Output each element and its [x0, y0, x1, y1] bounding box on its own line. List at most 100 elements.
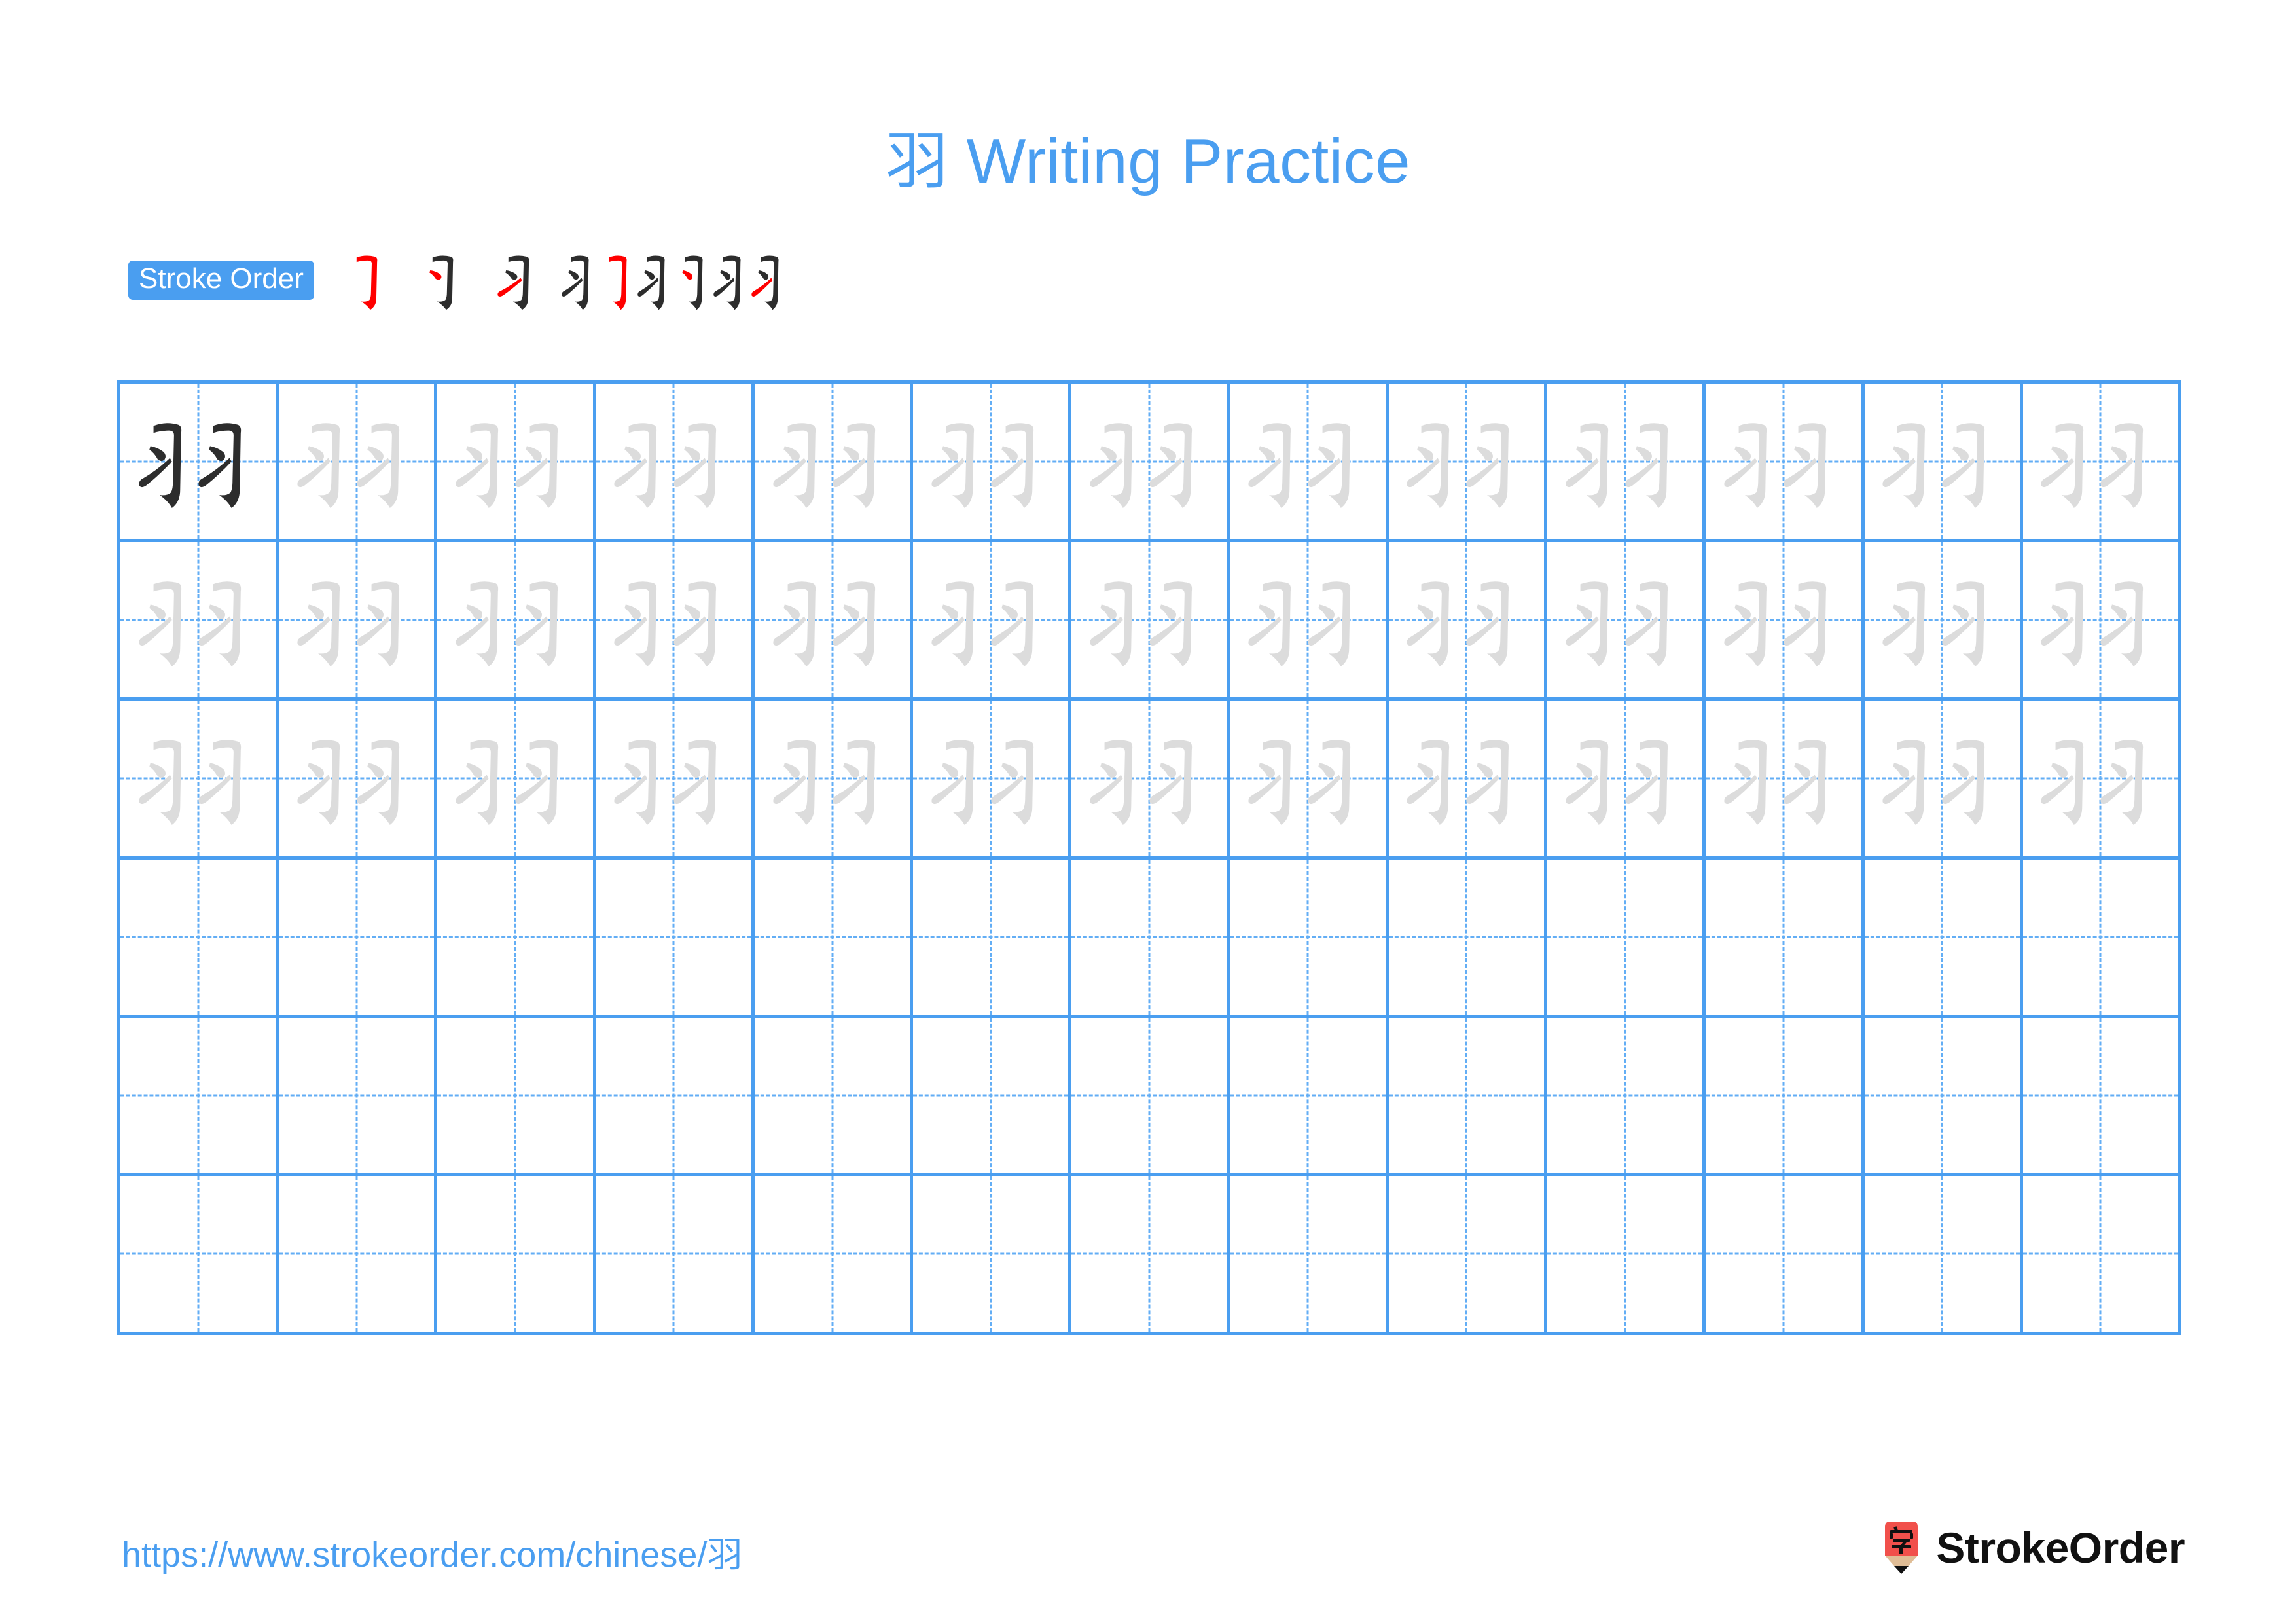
practice-cell-trace[interactable]	[120, 542, 279, 701]
practice-cell-empty[interactable]	[596, 1176, 755, 1336]
practice-cell-trace[interactable]	[1230, 542, 1389, 701]
practice-cell-dark[interactable]	[120, 384, 279, 543]
practice-cell-trace[interactable]	[1388, 384, 1548, 543]
practice-cell-trace[interactable]	[2022, 384, 2182, 543]
practice-cell-empty[interactable]	[120, 859, 279, 1018]
practice-cell-empty[interactable]	[913, 1176, 1072, 1336]
trace-character-glyph	[913, 384, 1068, 539]
practice-cell-trace[interactable]	[596, 542, 755, 701]
stroke-step-1	[334, 242, 410, 318]
practice-cell-trace[interactable]	[1547, 542, 1706, 701]
practice-cell-trace[interactable]	[279, 701, 438, 860]
practice-cell-empty[interactable]	[754, 1017, 914, 1176]
page-title: 羽 Writing Practice	[885, 126, 1411, 196]
practice-cell-trace[interactable]	[437, 542, 596, 701]
practice-cell-empty[interactable]	[1388, 859, 1548, 1018]
practice-cell-empty[interactable]	[437, 1176, 596, 1336]
trace-character-glyph	[1230, 701, 1386, 856]
practice-cell-trace[interactable]	[2022, 542, 2182, 701]
practice-cell-empty[interactable]	[1230, 859, 1389, 1018]
stroke-order-section: Stroke Order	[128, 255, 789, 310]
practice-cell-trace[interactable]	[913, 701, 1072, 860]
practice-cell-trace[interactable]	[596, 701, 755, 860]
practice-cell-empty[interactable]	[1864, 1017, 2023, 1176]
practice-grid-row	[120, 384, 2182, 543]
practice-cell-trace[interactable]	[2022, 701, 2182, 860]
practice-cell-empty[interactable]	[2022, 859, 2182, 1018]
strokeorder-pencil-icon	[1880, 1520, 1923, 1575]
practice-cell-trace[interactable]	[1864, 542, 2023, 701]
practice-cell-trace[interactable]	[437, 384, 596, 543]
practice-cell-trace[interactable]	[1706, 701, 1865, 860]
stroke-3	[637, 278, 659, 297]
practice-cell-trace[interactable]	[1864, 384, 2023, 543]
stroke-2	[429, 270, 442, 280]
practice-cell-empty[interactable]	[1864, 859, 2023, 1018]
practice-cell-empty[interactable]	[913, 859, 1072, 1018]
practice-cell-empty[interactable]	[1388, 1017, 1548, 1176]
practice-cell-trace[interactable]	[1706, 542, 1865, 701]
practice-cell-trace[interactable]	[754, 701, 914, 860]
stroke-6	[751, 278, 773, 297]
practice-cell-trace[interactable]	[913, 384, 1072, 543]
practice-cell-trace[interactable]	[1071, 542, 1230, 701]
practice-cell-empty[interactable]	[279, 1176, 438, 1336]
practice-cell-empty[interactable]	[1706, 1176, 1865, 1336]
practice-cell-trace[interactable]	[754, 542, 914, 701]
practice-cell-trace[interactable]	[1388, 701, 1548, 860]
practice-cell-empty[interactable]	[1706, 859, 1865, 1018]
practice-grid-row	[120, 859, 2182, 1018]
practice-cell-empty[interactable]	[1230, 1176, 1389, 1336]
practice-cell-empty[interactable]	[1706, 1017, 1865, 1176]
practice-cell-empty[interactable]	[754, 859, 914, 1018]
practice-cell-trace[interactable]	[120, 701, 279, 860]
practice-cell-empty[interactable]	[913, 1017, 1072, 1176]
trace-character-glyph	[1706, 384, 1861, 539]
practice-cell-empty[interactable]	[437, 859, 596, 1018]
practice-cell-empty[interactable]	[1388, 1176, 1548, 1336]
practice-cell-trace[interactable]	[1071, 701, 1230, 860]
practice-cell-empty[interactable]	[437, 1017, 596, 1176]
practice-cell-empty[interactable]	[754, 1176, 914, 1336]
practice-cell-trace[interactable]	[596, 384, 755, 543]
practice-cell-empty[interactable]	[1864, 1176, 2023, 1336]
trace-character-glyph	[279, 701, 434, 856]
footer-url[interactable]: https://www.strokeorder.com/chinese/羽	[122, 1525, 742, 1577]
practice-cell-trace[interactable]	[1230, 701, 1389, 860]
trace-character-glyph	[1547, 701, 1702, 856]
practice-cell-trace[interactable]	[437, 701, 596, 860]
practice-cell-empty[interactable]	[120, 1017, 279, 1176]
practice-cell-trace[interactable]	[1706, 384, 1865, 543]
practice-cell-trace[interactable]	[913, 542, 1072, 701]
practice-cell-trace[interactable]	[1071, 384, 1230, 543]
practice-cell-trace[interactable]	[1230, 384, 1389, 543]
practice-cell-trace[interactable]	[279, 542, 438, 701]
practice-cell-empty[interactable]	[1071, 859, 1230, 1018]
practice-grid-row	[120, 701, 2182, 860]
practice-cell-empty[interactable]	[2022, 1176, 2182, 1336]
stroke-order-badge: Stroke Order	[128, 261, 314, 300]
trace-character-glyph	[2023, 542, 2178, 697]
practice-cell-empty[interactable]	[1071, 1017, 1230, 1176]
practice-cell-empty[interactable]	[279, 1017, 438, 1176]
practice-cell-trace[interactable]	[1547, 701, 1706, 860]
model-character-glyph	[120, 384, 276, 539]
stroke-1	[356, 255, 378, 310]
practice-cell-empty[interactable]	[1547, 1176, 1706, 1336]
practice-cell-trace[interactable]	[1864, 701, 2023, 860]
trace-character-glyph	[120, 542, 276, 697]
practice-cell-empty[interactable]	[1071, 1176, 1230, 1336]
practice-cell-empty[interactable]	[2022, 1017, 2182, 1176]
practice-cell-empty[interactable]	[596, 1017, 755, 1176]
practice-cell-trace[interactable]	[1388, 542, 1548, 701]
practice-cell-empty[interactable]	[1547, 1017, 1706, 1176]
practice-cell-empty[interactable]	[1230, 1017, 1389, 1176]
practice-cell-empty[interactable]	[1547, 859, 1706, 1018]
practice-cell-trace[interactable]	[754, 384, 914, 543]
practice-cell-empty[interactable]	[596, 859, 755, 1018]
practice-cell-empty[interactable]	[120, 1176, 279, 1336]
practice-cell-trace[interactable]	[1547, 384, 1706, 543]
practice-cell-trace[interactable]	[279, 384, 438, 543]
practice-cell-empty[interactable]	[279, 859, 438, 1018]
stroke-5	[758, 270, 769, 280]
